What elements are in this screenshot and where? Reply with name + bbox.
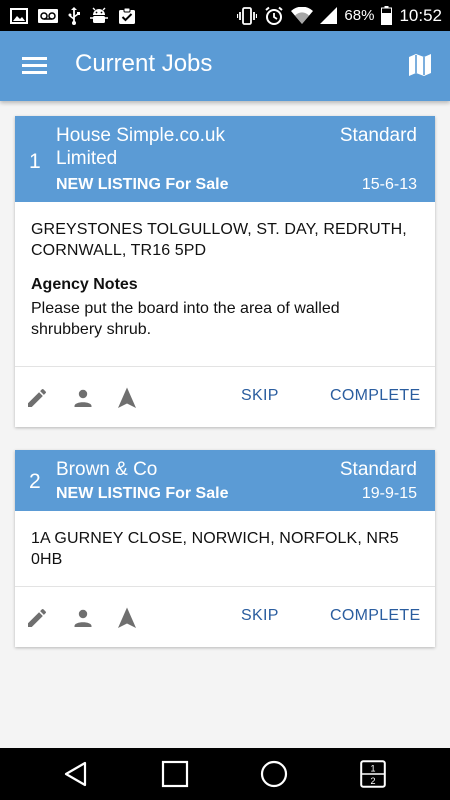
status-bar-system: 68% 10:52 [237,6,442,26]
notes-line: Please put the board into the area of wa… [31,300,340,317]
status-bar: 68% 10:52 [0,0,450,31]
address-line: 1A GURNEY CLOSE, NORWICH, NORFOLK, NR5 [31,530,399,547]
property-address: GREYSTONES TOLGULLOW, ST. DAY, REDRUTH, … [31,219,421,261]
job-number: 2 [29,470,41,493]
skip-button[interactable]: SKIP [241,607,279,625]
agency-notes-text: Please put the board into the area of wa… [31,298,411,340]
usb-icon [68,6,80,25]
job-date: 15-6-13 [361,176,417,193]
listing-status: NEW LISTING For Sale [56,176,229,193]
navigation-bar: 1 2 [0,748,450,800]
job-number: 1 [29,150,41,173]
company-name-line: Limited [56,148,118,169]
complete-button[interactable]: COMPLETE [330,607,420,625]
job-card-body: 1A GURNEY CLOSE, NORWICH, NORFOLK, NR5 0… [15,511,435,587]
navigation-icon[interactable] [115,606,139,635]
alarm-icon [264,6,284,26]
android-debug-icon [90,7,108,25]
edit-icon[interactable] [25,606,49,635]
split-screen-icon[interactable]: 1 2 [360,760,386,793]
battery-percent: 68% [344,7,375,24]
battery-icon [381,6,393,25]
split-screen-bottom-label: 2 [370,776,375,786]
address-line: 0HB [31,551,63,568]
image-icon [10,7,28,24]
job-card-body: GREYSTONES TOLGULLOW, ST. DAY, REDRUTH, … [15,202,435,367]
voicemail-icon [38,8,58,23]
menu-icon[interactable] [22,54,48,78]
job-type: Standard [339,459,417,480]
navigation-icon[interactable] [115,386,139,415]
back-icon[interactable] [62,760,90,793]
listing-status: NEW LISTING For Sale [56,485,229,502]
signal-icon [320,7,338,24]
company-name: Brown & Co [56,458,276,481]
app-bar: Current Jobs [0,31,450,101]
property-address: 1A GURNEY CLOSE, NORWICH, NORFOLK, NR5 0… [31,528,421,570]
job-card-header: 1 House Simple.co.uk Limited Standard NE… [15,116,435,202]
page-title: Current Jobs [75,50,213,77]
person-icon[interactable] [71,606,95,635]
edit-icon[interactable] [25,386,49,415]
split-screen-top-label: 1 [370,764,375,774]
recents-icon[interactable] [161,760,189,793]
home-icon[interactable] [260,760,288,793]
person-icon[interactable] [71,386,95,415]
address-line: CORNWALL, TR16 5PD [31,242,207,259]
complete-button[interactable]: COMPLETE [330,387,420,405]
map-icon[interactable] [408,53,432,82]
company-name-line: House Simple.co.uk [56,125,225,146]
clock: 10:52 [399,5,442,25]
notes-line: shrubbery shrub. [31,321,152,338]
job-date: 19-9-15 [361,485,417,502]
address-line: GREYSTONES TOLGULLOW, ST. DAY, REDRUTH, [31,221,407,238]
job-card-1[interactable]: 1 House Simple.co.uk Limited Standard NE… [15,116,435,427]
status-bar-notifications [10,6,136,25]
company-name: House Simple.co.uk Limited [56,124,276,170]
clipboard-check-icon [118,7,136,25]
wifi-icon [291,7,314,24]
job-type: Standard [339,125,417,146]
agency-notes-title: Agency Notes [31,276,138,293]
skip-button[interactable]: SKIP [241,387,279,405]
job-card-2[interactable]: 2 Brown & Co Standard NEW LISTING For Sa… [15,450,435,647]
job-card-actions: SKIP COMPLETE [15,367,435,427]
vibrate-icon [237,6,258,25]
job-card-header: 2 Brown & Co Standard NEW LISTING For Sa… [15,450,435,511]
job-card-actions: SKIP COMPLETE [15,587,435,647]
company-name-line: Brown & Co [56,459,158,480]
